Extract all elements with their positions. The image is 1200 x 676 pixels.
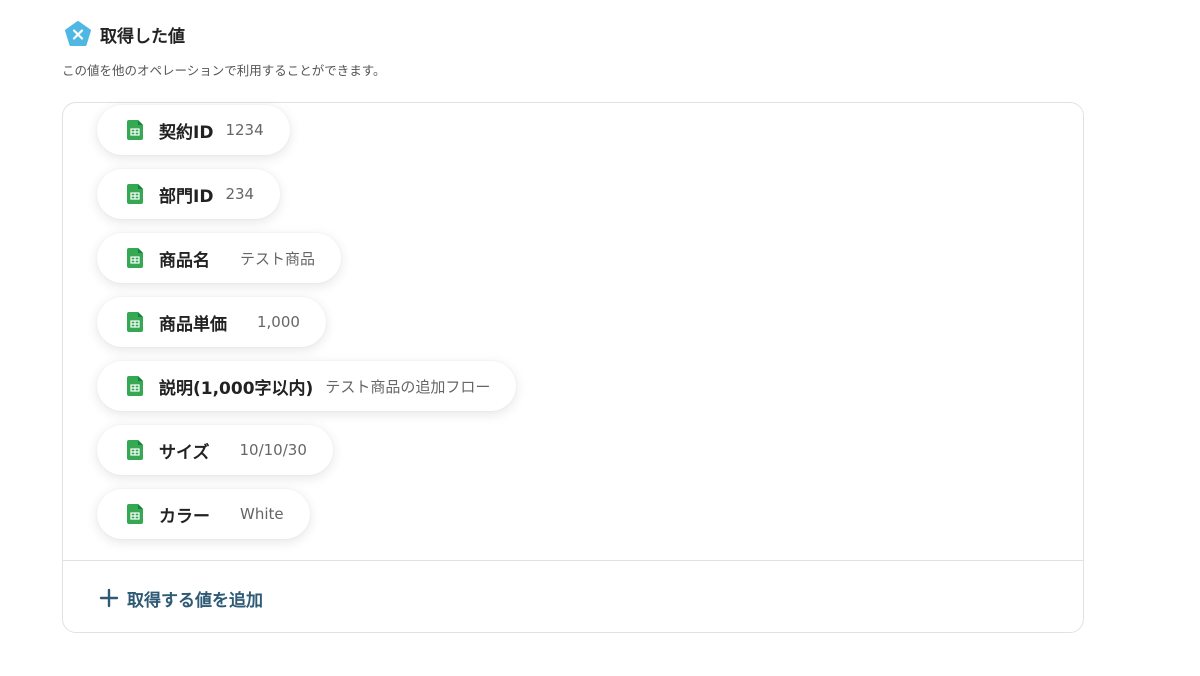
value-chip-value: 1,000 <box>257 313 300 331</box>
value-chip-color[interactable]: カラー White <box>97 489 310 539</box>
value-chip-value: White <box>240 505 284 523</box>
google-sheets-icon <box>127 504 143 524</box>
value-chip-label: 契約ID <box>159 122 214 143</box>
section-title: 取得した値 <box>100 26 185 47</box>
value-chip-label: サイズ <box>159 442 210 463</box>
google-sheets-icon <box>127 312 143 332</box>
value-chip-department-id[interactable]: 部門ID 234 <box>97 169 281 219</box>
yoom-pentagon-icon <box>64 20 92 48</box>
add-value-button[interactable]: 取得する値を追加 <box>99 583 263 613</box>
google-sheets-icon <box>127 120 143 140</box>
google-sheets-icon <box>127 248 143 268</box>
value-chip-label: カラー <box>159 506 210 527</box>
value-chip-size[interactable]: サイズ 10/10/30 <box>97 425 333 475</box>
value-chip-value: 1234 <box>225 121 264 139</box>
value-chip-value: テスト商品 <box>240 249 316 268</box>
plus-icon <box>99 588 119 608</box>
values-list: 契約ID 1234 部門ID 234 商品名 テスト商品 商品単価 1,000 <box>63 103 1083 560</box>
value-chip-value: テスト商品の追加フロー <box>325 377 491 396</box>
google-sheets-icon <box>127 376 143 396</box>
value-chip-label: 部門ID <box>159 186 214 207</box>
value-chip-label: 商品名 <box>159 250 210 271</box>
google-sheets-icon <box>127 440 143 460</box>
panel-divider <box>63 560 1083 561</box>
value-chip-label: 商品単価 <box>159 314 227 335</box>
value-chip-value: 10/10/30 <box>239 441 307 459</box>
acquired-values-panel: 契約ID 1234 部門ID 234 商品名 テスト商品 商品単価 1,000 <box>62 102 1084 633</box>
add-value-label: 取得する値を追加 <box>127 590 263 611</box>
section-header: 取得した値 <box>64 20 185 48</box>
value-chip-label: 説明(1,000字以内) <box>159 378 314 399</box>
google-sheets-icon <box>127 184 143 204</box>
value-chip-contract-id[interactable]: 契約ID 1234 <box>97 105 290 155</box>
value-chip-value: 234 <box>225 185 255 203</box>
section-description: この値を他のオペレーションで利用することができます。 <box>62 63 386 78</box>
value-chip-description[interactable]: 説明(1,000字以内) テスト商品の追加フロー <box>97 361 517 411</box>
value-chip-unit-price[interactable]: 商品単価 1,000 <box>97 297 326 347</box>
value-chip-product-name[interactable]: 商品名 テスト商品 <box>97 233 342 283</box>
